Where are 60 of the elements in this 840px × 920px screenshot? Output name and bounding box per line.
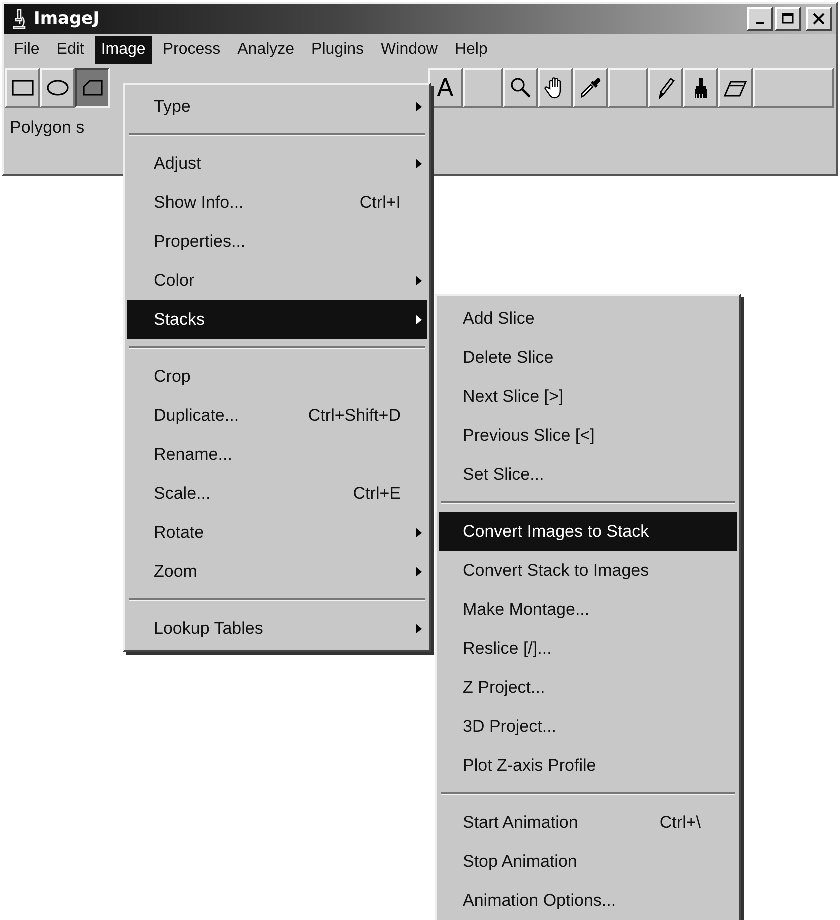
oval-icon <box>46 78 70 98</box>
brush-tool[interactable] <box>683 68 718 108</box>
menu-item[interactable]: Properties... <box>127 222 427 261</box>
menu-item[interactable]: Rename... <box>127 435 427 474</box>
maximize-button[interactable] <box>775 7 801 31</box>
oval-tool[interactable] <box>40 68 75 108</box>
menu-bar-item[interactable]: Process <box>156 36 227 64</box>
menu-bar-item[interactable]: Help <box>448 36 494 64</box>
dropper-icon <box>578 76 602 100</box>
rectangle-icon <box>10 78 34 98</box>
menu-item[interactable]: Zoom <box>127 552 427 591</box>
pencil-tool[interactable] <box>648 68 683 108</box>
menu-item[interactable]: Type <box>127 87 427 126</box>
menu-item[interactable]: Add Slice <box>439 299 737 338</box>
minimize-icon <box>756 22 764 24</box>
menu-item[interactable]: Previous Slice [<] <box>439 416 737 455</box>
menu-bar-item[interactable]: Window <box>375 36 444 64</box>
menu-item[interactable]: Convert Images to Stack <box>439 512 737 551</box>
menu-item[interactable]: Z Project... <box>439 668 737 707</box>
microscope-icon <box>12 9 26 29</box>
menu-item[interactable]: Color <box>127 261 427 300</box>
menu-item[interactable]: Next Slice [>] <box>439 377 737 416</box>
menu-item[interactable]: 3D Project... <box>439 707 737 746</box>
close-button[interactable] <box>806 7 832 31</box>
maximize-icon <box>780 12 796 26</box>
menu-bar-item[interactable]: Edit <box>50 36 90 64</box>
menu-bar-item[interactable]: Analyze <box>232 36 301 64</box>
menu-item[interactable]: Reslice [/]... <box>439 629 737 668</box>
menu-bar-item[interactable]: Plugins <box>306 36 370 64</box>
hand-tool[interactable] <box>538 68 573 108</box>
magnifier-tool[interactable] <box>503 68 538 108</box>
menu-item[interactable]: Show Info... Ctrl+I <box>127 183 427 222</box>
polygon-icon <box>80 78 104 98</box>
menu-item[interactable]: Stacks <box>127 300 427 339</box>
dropper-tool[interactable] <box>573 68 608 108</box>
minimize-button[interactable] <box>747 7 773 31</box>
menu-item[interactable]: Make Montage... <box>439 590 737 629</box>
magnifier-icon <box>508 76 532 100</box>
menu-item[interactable]: Rotate <box>127 513 427 552</box>
menu-item[interactable]: Duplicate... Ctrl+Shift+D <box>127 396 427 435</box>
menu-item[interactable]: Lookup Tables <box>127 609 427 648</box>
eraser-tool[interactable] <box>718 68 753 108</box>
menu-item[interactable]: Delete Slice <box>439 338 737 377</box>
menu-item[interactable]: Adjust <box>127 144 427 183</box>
rectangle-tool[interactable] <box>5 68 40 108</box>
menu-item[interactable]: Convert Stack to Images <box>439 551 737 590</box>
menu-item[interactable]: Animation Options... <box>439 881 737 920</box>
menu-item[interactable]: Scale... Ctrl+E <box>127 474 427 513</box>
menu-bar-item[interactable]: Image <box>95 36 152 64</box>
status-text: Polygon s <box>10 118 85 137</box>
menu-item[interactable]: Stop Animation <box>439 842 737 881</box>
polygon-tool[interactable] <box>75 68 110 108</box>
menu-item[interactable]: Set Slice... <box>439 455 737 494</box>
menu-item[interactable]: Crop <box>127 357 427 396</box>
close-icon <box>811 12 827 26</box>
window-title: ImageJ <box>34 9 100 29</box>
menu-item[interactable]: Start Animation Ctrl+\ <box>439 803 737 842</box>
text-tool[interactable]: A <box>428 68 463 108</box>
menu-item[interactable]: Plot Z-axis Profile <box>439 746 737 785</box>
menu-bar-item[interactable]: File <box>8 36 46 64</box>
